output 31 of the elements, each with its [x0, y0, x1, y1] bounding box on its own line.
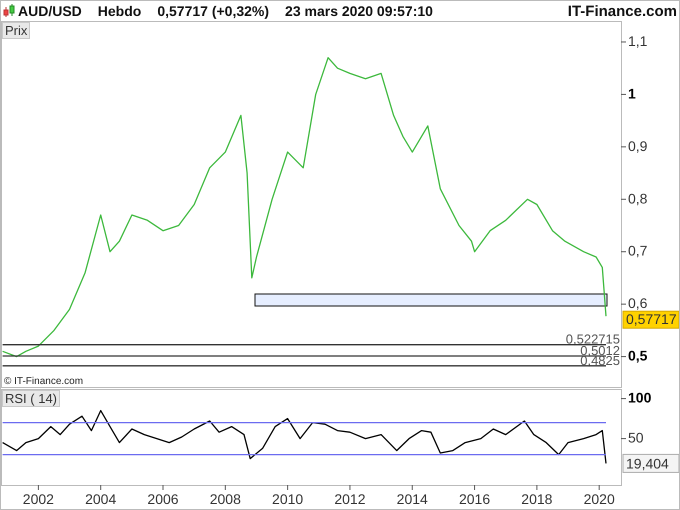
- axis-label: 2012: [334, 491, 366, 507]
- axis-label: 0,7: [628, 242, 648, 259]
- axis-label: 2008: [210, 491, 241, 507]
- axis-label: 100: [628, 390, 652, 406]
- axis-label: 2018: [521, 491, 552, 507]
- axis-label: 2002: [22, 491, 54, 507]
- period-label: Hebdo: [98, 3, 142, 19]
- axis-label: 1,1: [628, 32, 648, 49]
- axis-label: 0,6: [628, 295, 648, 312]
- axis-label: 2020: [584, 491, 615, 507]
- axis-label: 2010: [272, 491, 304, 507]
- candlestick-icon: [3, 4, 15, 18]
- datetime-label: 23 mars 2020 09:57:10: [285, 3, 433, 19]
- axis-label: 0,8: [628, 190, 648, 206]
- symbol-label: AUD/USD: [18, 3, 82, 19]
- axis-label: 0,9: [628, 138, 648, 154]
- axis-label: 50: [628, 430, 644, 446]
- level-label: 0,522715: [566, 332, 620, 347]
- last-price-badge: 0,57717: [622, 310, 679, 329]
- copyright-label: © IT-Finance.com: [4, 376, 84, 387]
- quote-label: 0,57717 (+0,32%): [157, 3, 270, 19]
- axis-label: 1: [628, 85, 636, 102]
- axis-label: 2006: [147, 491, 179, 507]
- axis-label: 2014: [396, 491, 428, 507]
- rsi-value-badge: 19,404: [622, 454, 679, 473]
- axis-label: 0,5: [628, 348, 648, 364]
- axis-label: 2016: [459, 491, 490, 507]
- panel-label: Prix: [2, 22, 30, 39]
- panel-label: RSI ( 14): [2, 390, 60, 407]
- axis-label: 2004: [85, 491, 116, 507]
- brand-label: IT-Finance.com: [568, 2, 677, 20]
